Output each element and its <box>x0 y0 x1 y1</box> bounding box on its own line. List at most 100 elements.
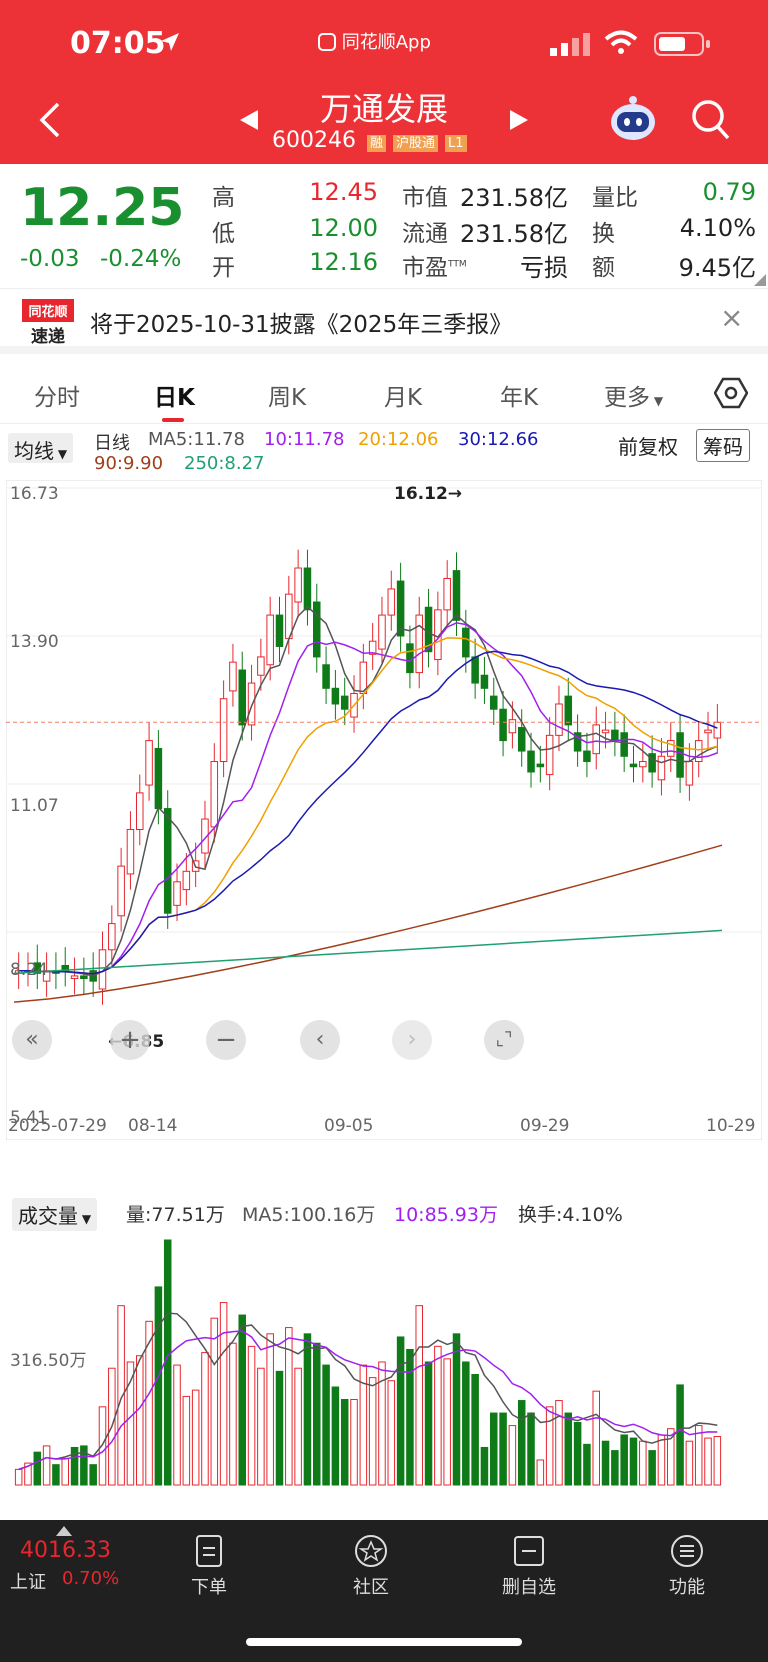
candle <box>247 682 256 726</box>
nav-functions[interactable]: 功能 <box>642 1534 732 1599</box>
community-icon <box>355 1535 387 1567</box>
mktcap-label: 市值 <box>402 185 448 211</box>
candle <box>462 627 470 658</box>
candle <box>303 567 312 611</box>
volume-bar <box>620 1434 628 1486</box>
open-label: 开 <box>212 255 235 281</box>
pe-label-text: 市盈 <box>402 255 448 281</box>
tab-monthly-k[interactable]: 月K <box>384 378 422 412</box>
tab-more[interactable]: 更多 ▼ <box>604 378 663 412</box>
volume-selector-label: 成交量 <box>18 1204 78 1228</box>
candle <box>443 577 451 611</box>
x-tick-4: 10-29 <box>706 1116 756 1136</box>
badge-level: L1 <box>445 135 467 152</box>
nav-remove-watchlist[interactable]: 删自选 <box>484 1534 574 1599</box>
volume-selector[interactable]: 成交量 ▼ <box>12 1198 98 1231</box>
tab-yearly-k[interactable]: 年K <box>500 378 538 412</box>
settings-icon[interactable] <box>714 376 748 410</box>
candle <box>229 661 237 692</box>
nav-order-label: 下单 <box>191 1577 227 1598</box>
signal-icon <box>550 33 590 56</box>
volume-bar <box>415 1305 423 1486</box>
index-up-arrow-icon <box>56 1526 72 1536</box>
volume-bar <box>452 1333 461 1486</box>
candle <box>555 703 563 736</box>
volume-bar <box>275 1370 284 1486</box>
next-stock-icon[interactable] <box>508 108 530 132</box>
tab-daily-k[interactable]: 日K <box>154 378 195 412</box>
volume-bar <box>648 1450 656 1486</box>
volume-bar <box>629 1437 638 1486</box>
indicator-selector-label: 均线 <box>14 439 54 463</box>
candle <box>396 580 405 637</box>
vol-ratio-value: 0.79 <box>702 178 756 206</box>
candle <box>452 570 461 621</box>
volume-bar <box>406 1348 414 1486</box>
order-icon <box>196 1535 222 1567</box>
candle <box>126 828 135 875</box>
tab-more-label: 更多 <box>604 385 650 411</box>
candle <box>583 750 591 763</box>
volume-bar <box>592 1390 600 1486</box>
zoom-out-icon[interactable]: − <box>206 1020 246 1060</box>
low-value: 12.00 <box>309 214 378 242</box>
news-logo-line2: 速递 <box>31 327 65 347</box>
indicator-selector[interactable]: 均线 ▼ <box>8 433 74 463</box>
kline-chart[interactable]: 16.73 13.90 11.07 8.24 5.41 16.12→ ←6.85… <box>5 479 763 1141</box>
candle <box>108 923 116 951</box>
volume-bar <box>173 1364 181 1486</box>
volume-bar <box>517 1400 526 1486</box>
candle <box>508 719 517 734</box>
volume-bar <box>331 1386 340 1486</box>
scroll-right-icon[interactable]: › <box>392 1020 432 1060</box>
notice-text: 将于2025-10-31披露《2025年三季报》 <box>90 312 513 338</box>
nav-order[interactable]: 下单 <box>164 1534 254 1599</box>
close-icon[interactable]: × <box>720 301 743 334</box>
volume-bar <box>555 1400 563 1486</box>
chip-button[interactable]: 筹码 <box>696 429 750 462</box>
ma-legend: 均线 ▼ 日线 MA5:11.78 10:11.78 20:12.06 30:1… <box>0 425 768 481</box>
collapse-icon[interactable]: « <box>12 1020 52 1060</box>
expand-corner-icon[interactable] <box>754 274 766 286</box>
ma10-value: 10:11.78 <box>264 429 345 450</box>
adjust-label[interactable]: 前复权 <box>618 431 678 460</box>
nav-community[interactable]: 社区 <box>326 1534 416 1599</box>
back-icon[interactable] <box>36 100 64 140</box>
volume-chart[interactable]: 成交量 ▼ 量:77.51万 MA5:100.16万 10:85.93万 换手:… <box>6 1190 762 1500</box>
candle <box>490 695 498 710</box>
search-icon[interactable] <box>690 98 732 142</box>
candle <box>219 698 228 763</box>
clock: 07:05 <box>70 26 166 61</box>
candle <box>182 870 191 891</box>
candle <box>694 740 703 763</box>
volume-bar <box>219 1302 228 1486</box>
candle <box>499 708 507 742</box>
volume-bar <box>368 1377 377 1486</box>
prev-stock-icon[interactable] <box>238 108 260 132</box>
index-value[interactable]: 4016.33 <box>20 1538 111 1563</box>
robot-assistant-icon[interactable] <box>608 94 658 144</box>
volume-bar <box>387 1380 396 1486</box>
candle <box>154 747 163 810</box>
fullscreen-icon[interactable]: ⌞⌝ <box>484 1020 524 1060</box>
volume-bar <box>583 1443 591 1486</box>
notice-banner[interactable]: 同花顺 速递 将于2025-10-31披露《2025年三季报》 × <box>0 288 768 354</box>
location-arrow-icon <box>161 33 179 51</box>
index-name: 上证 <box>10 1572 46 1593</box>
period-tabs: 分时 日K 周K 月K 年K 更多 ▼ <box>0 362 768 424</box>
current-price: 12.25 <box>20 178 185 238</box>
candle <box>257 656 265 676</box>
candle <box>294 567 302 603</box>
tab-intraday[interactable]: 分时 <box>34 378 80 412</box>
zoom-in-icon[interactable]: + <box>110 1020 150 1060</box>
volume-ma10: 10:85.93万 <box>394 1204 498 1226</box>
volume-bar <box>136 1355 144 1486</box>
scroll-left-icon[interactable]: ‹ <box>300 1020 340 1060</box>
high-marker: 16.12→ <box>394 484 463 504</box>
tab-weekly-k[interactable]: 周K <box>268 378 306 412</box>
volume-bar <box>639 1440 647 1486</box>
pe-label: 市盈TTM <box>402 248 467 282</box>
candle <box>639 761 647 768</box>
dropdown-icon: ▼ <box>78 1212 92 1226</box>
volume-bar <box>657 1434 666 1486</box>
